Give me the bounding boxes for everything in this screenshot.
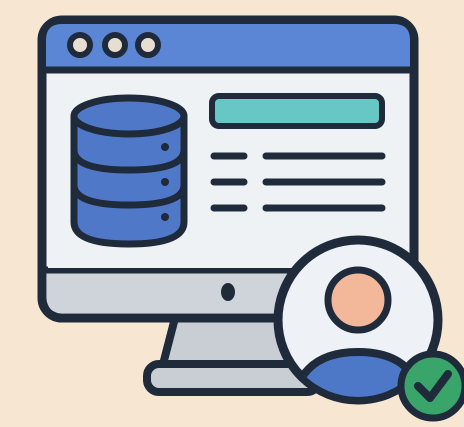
window-title-bar — [46, 24, 410, 68]
power-button-icon — [221, 283, 235, 301]
content-header-bar — [209, 93, 385, 129]
database-cylinder-top — [70, 94, 188, 138]
window-dot-minimize — [102, 32, 128, 58]
database-indicator-2 — [161, 178, 169, 186]
database-indicator-3 — [161, 213, 169, 221]
check-badge-circle — [397, 350, 464, 422]
database-indicator-1 — [161, 143, 169, 151]
window-dot-maximize — [135, 32, 161, 58]
illustration-stage — [0, 0, 464, 427]
database-user-illustration — [37, 15, 464, 422]
window-dot-close — [67, 32, 93, 58]
window-dots-icon — [67, 32, 161, 58]
checkmark-badge-icon — [397, 350, 464, 422]
avatar-head — [324, 266, 392, 334]
database-icon — [70, 94, 188, 248]
